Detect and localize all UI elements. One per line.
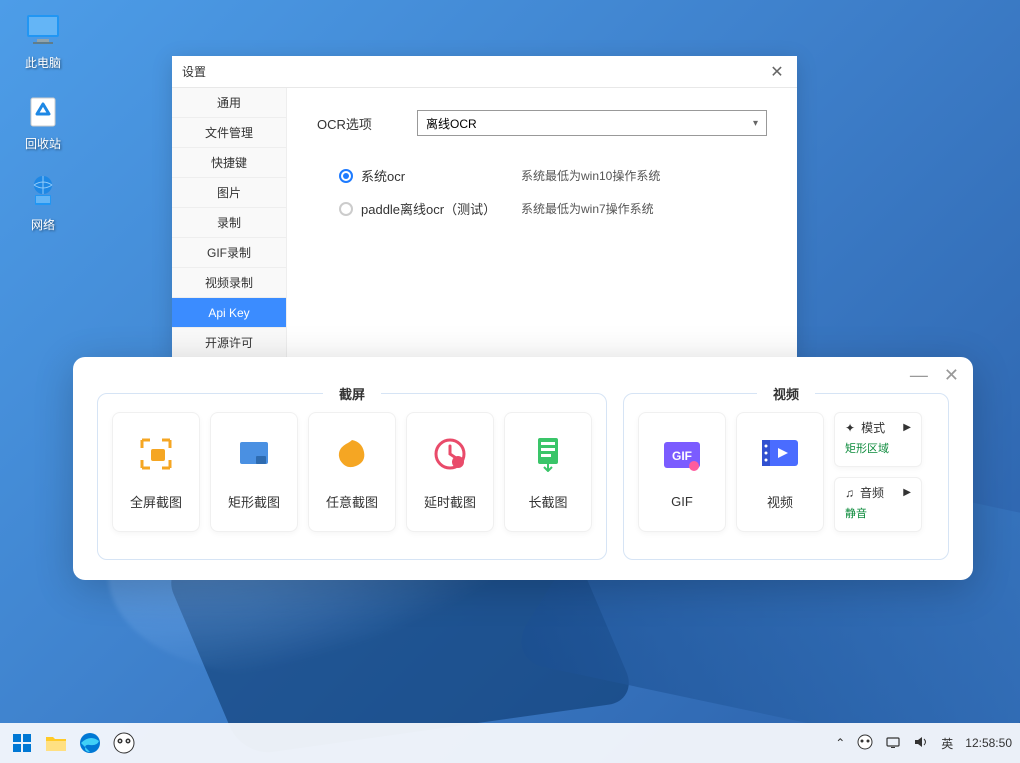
video-panel: 视频 GIF GIF 视频 ✦ 模式 ▶ 矩形区域	[623, 393, 949, 560]
app-icon[interactable]	[110, 729, 138, 757]
clock-icon	[430, 434, 470, 474]
screenshot-panel: 截屏 全屏截图 矩形截图 任意截图 延时截图 长截图	[97, 393, 607, 560]
screenshot-toolbar: — ✕ 截屏 全屏截图 矩形截图 任意截图 延时截图 长截图	[73, 357, 973, 580]
desktop-icons: 此电脑 回收站 网络	[8, 8, 78, 233]
close-icon[interactable]: ✕	[767, 62, 787, 82]
scrolling-icon	[528, 434, 568, 474]
minimize-icon[interactable]: —	[910, 366, 928, 384]
svg-text:GIF: GIF	[672, 449, 692, 463]
freeform-capture-button[interactable]: 任意截图	[308, 412, 396, 532]
edge-browser-icon[interactable]	[76, 729, 104, 757]
settings-dialog: 设置 ✕ 通用 文件管理 快捷键 图片 录制 GIF录制 视频录制 Api Ke…	[172, 56, 797, 358]
fullscreen-capture-button[interactable]: 全屏截图	[112, 412, 200, 532]
tab-record[interactable]: 录制	[172, 208, 286, 238]
tab-api-key[interactable]: Api Key	[172, 298, 286, 328]
file-explorer-icon[interactable]	[42, 729, 70, 757]
start-button[interactable]	[8, 729, 36, 757]
fullscreen-icon	[136, 434, 176, 474]
ocr-select[interactable]: 离线OCR ▾	[417, 110, 767, 136]
tray-app-icon[interactable]	[857, 734, 873, 753]
freeform-icon	[332, 434, 372, 474]
play-icon: ▶	[903, 422, 911, 433]
gif-record-button[interactable]: GIF GIF	[638, 412, 726, 532]
monitor-icon	[22, 8, 64, 50]
recycle-bin-icon	[22, 89, 64, 131]
radio-paddle-ocr[interactable]	[339, 202, 353, 216]
network-icon	[22, 170, 64, 212]
tab-shortcuts[interactable]: 快捷键	[172, 148, 286, 178]
audio-icon: ♫	[845, 486, 854, 500]
gif-icon: GIF	[662, 436, 702, 476]
video-icon	[760, 434, 800, 474]
settings-content: OCR选项 离线OCR ▾ 系统ocr 系统最低为win10操作系统 paddl…	[287, 88, 797, 358]
scrolling-capture-button[interactable]: 长截图	[504, 412, 592, 532]
clock[interactable]: 12:58:50	[965, 736, 1012, 750]
radio-system-ocr[interactable]	[339, 169, 353, 183]
volume-tray-icon[interactable]	[913, 734, 929, 753]
desktop-icon-network[interactable]: 网络	[8, 170, 78, 233]
settings-title: 设置	[182, 63, 206, 80]
settings-sidebar: 通用 文件管理 快捷键 图片 录制 GIF录制 视频录制 Api Key 开源许…	[172, 88, 287, 358]
taskbar: ⌃ 英 12:58:50	[0, 723, 1020, 763]
ime-indicator[interactable]: 英	[941, 735, 953, 752]
tab-gif-record[interactable]: GIF录制	[172, 238, 286, 268]
tab-general[interactable]: 通用	[172, 88, 286, 118]
tab-image[interactable]: 图片	[172, 178, 286, 208]
settings-titlebar: 设置 ✕	[172, 56, 797, 88]
desktop-icon-recycle-bin[interactable]: 回收站	[8, 89, 78, 152]
tray-chevron-icon[interactable]: ⌃	[835, 736, 845, 750]
tab-license[interactable]: 开源许可	[172, 328, 286, 358]
play-icon: ▶	[903, 487, 911, 498]
mode-option[interactable]: ✦ 模式 ▶ 矩形区域	[834, 412, 922, 467]
delayed-capture-button[interactable]: 延时截图	[406, 412, 494, 532]
ocr-label: OCR选项	[317, 114, 417, 133]
chevron-down-icon: ▾	[753, 118, 758, 129]
desktop-icon-this-pc[interactable]: 此电脑	[8, 8, 78, 71]
mode-icon: ✦	[845, 421, 855, 435]
audio-option[interactable]: ♫ 音频 ▶ 静音	[834, 477, 922, 532]
tab-video-record[interactable]: 视频录制	[172, 268, 286, 298]
close-icon[interactable]: ✕	[944, 366, 959, 384]
video-record-button[interactable]: 视频	[736, 412, 824, 532]
rect-capture-button[interactable]: 矩形截图	[210, 412, 298, 532]
rect-icon	[234, 434, 274, 474]
network-tray-icon[interactable]	[885, 734, 901, 753]
tab-file-management[interactable]: 文件管理	[172, 118, 286, 148]
